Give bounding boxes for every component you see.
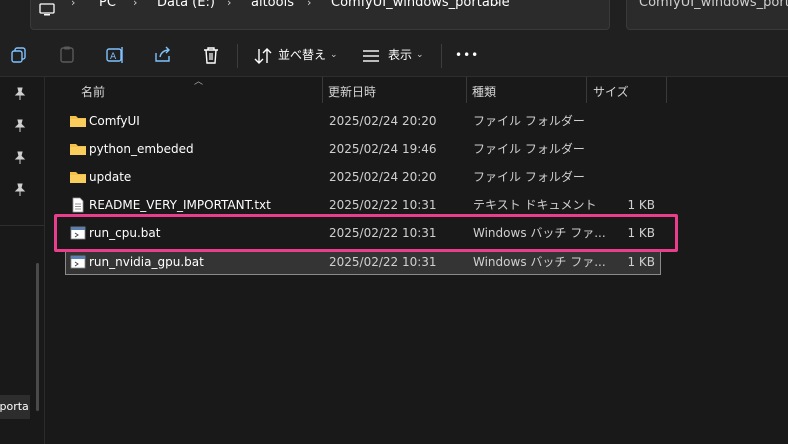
- sort-up-icon: ︿: [194, 77, 204, 87]
- file-name: ComfyUI: [89, 114, 140, 128]
- file-date: 2025/02/22 10:31: [329, 255, 437, 269]
- file-date: 2025/02/24 20:20: [329, 170, 437, 184]
- copy-icon[interactable]: [8, 44, 30, 66]
- folder-icon: [70, 116, 86, 127]
- file-name: update: [89, 170, 132, 184]
- folder-icon: [70, 172, 86, 183]
- file-type: ファイル フォルダー: [473, 114, 585, 128]
- file-size: 1 KB: [627, 255, 655, 269]
- view-button[interactable]: 表示 ⌄: [358, 36, 432, 76]
- file-name: python_embeded: [89, 142, 194, 156]
- chevron-down-icon: ⌄: [330, 50, 338, 60]
- sort-button[interactable]: 並べ替え ⌄: [250, 36, 340, 76]
- pin-icon[interactable]: [12, 118, 28, 134]
- nav-scrollbar[interactable]: [36, 263, 39, 411]
- column-divider[interactable]: [322, 77, 323, 103]
- breadcrumb-separator: ›: [307, 0, 312, 9]
- computer-icon: [39, 3, 55, 16]
- breadcrumb-separator: ›: [227, 0, 232, 9]
- breadcrumb-separator: ›: [133, 0, 138, 9]
- file-row-selected[interactable]: run_nvidia_gpu.bat 2025/02/22 10:31 Wind…: [65, 249, 661, 275]
- share-icon[interactable]: [152, 44, 174, 66]
- file-date: 2025/02/22 10:31: [329, 198, 437, 212]
- address-bar[interactable]: › PC › Data (E:) › aitools › ComfyUI_win…: [30, 0, 610, 30]
- search-input[interactable]: ComfyUI_windows_porta: [626, 0, 788, 30]
- column-header: ︿ 名前 更新日時 種類 サイズ: [44, 77, 788, 103]
- breadcrumb-aitools[interactable]: aitools: [251, 0, 294, 11]
- file-name: run_nvidia_gpu.bat: [89, 255, 204, 269]
- file-row[interactable]: ComfyUI 2025/02/24 20:20 ファイル フォルダー: [65, 108, 661, 134]
- batch-file-icon: [70, 255, 86, 269]
- pin-icon[interactable]: [12, 86, 28, 102]
- more-options-button[interactable]: •••: [455, 46, 479, 64]
- column-size[interactable]: サイズ: [593, 83, 629, 100]
- file-date: 2025/02/24 20:20: [329, 114, 437, 128]
- column-divider[interactable]: [666, 77, 667, 103]
- breadcrumb-data-drive[interactable]: Data (E:): [157, 0, 215, 11]
- pin-icon[interactable]: [12, 150, 28, 166]
- command-bar: A 並べ替え ⌄ 表示 ⌄ •••: [0, 36, 788, 77]
- nav-item-selected[interactable]: _porta: [0, 395, 30, 419]
- file-size: 1 KB: [627, 198, 655, 212]
- file-name: README_VERY_IMPORTANT.txt: [89, 198, 271, 212]
- file-date: 2025/02/24 19:46: [329, 142, 437, 156]
- text-file-icon: [72, 197, 84, 213]
- column-divider[interactable]: [466, 77, 467, 103]
- nav-divider: [0, 225, 44, 226]
- file-type: Windows バッチ ファ...: [473, 255, 606, 269]
- breadcrumb-separator: ›: [495, 0, 500, 9]
- sort-icon: [254, 48, 272, 64]
- nav-item-label: _porta: [0, 400, 29, 413]
- rename-icon[interactable]: A: [104, 44, 126, 66]
- file-row[interactable]: update 2025/02/24 20:20 ファイル フォルダー: [65, 164, 661, 190]
- pin-icon[interactable]: [12, 182, 28, 198]
- delete-icon[interactable]: [200, 44, 222, 66]
- search-text: ComfyUI_windows_porta: [639, 0, 788, 10]
- file-type: テキスト ドキュメント: [473, 198, 597, 212]
- column-name[interactable]: 名前: [81, 83, 105, 100]
- navigation-pane: _porta: [0, 77, 45, 444]
- view-list-icon: [363, 50, 379, 62]
- file-type: ファイル フォルダー: [473, 142, 585, 156]
- column-type[interactable]: 種類: [472, 83, 496, 100]
- paste-icon[interactable]: [56, 44, 78, 66]
- toolbar-divider: [237, 44, 238, 68]
- file-row[interactable]: python_embeded 2025/02/24 19:46 ファイル フォル…: [65, 136, 661, 162]
- svg-text:A: A: [110, 52, 117, 62]
- breadcrumb-pc[interactable]: PC: [99, 0, 116, 11]
- folder-icon: [70, 144, 86, 155]
- column-divider[interactable]: [586, 77, 587, 103]
- column-date[interactable]: 更新日時: [328, 83, 376, 100]
- address-bar-area: › PC › Data (E:) › aitools › ComfyUI_win…: [0, 0, 788, 36]
- file-type: ファイル フォルダー: [473, 170, 585, 184]
- highlight-box: [54, 214, 678, 252]
- chevron-down-icon: ⌄: [416, 50, 424, 60]
- view-label: 表示: [388, 48, 413, 62]
- toolbar-divider: [441, 44, 442, 68]
- sort-label: 並べ替え: [278, 48, 327, 62]
- breadcrumb-comfyui-portable[interactable]: ComfyUI_windows_portable: [331, 0, 510, 11]
- breadcrumb-separator: ›: [71, 0, 76, 9]
